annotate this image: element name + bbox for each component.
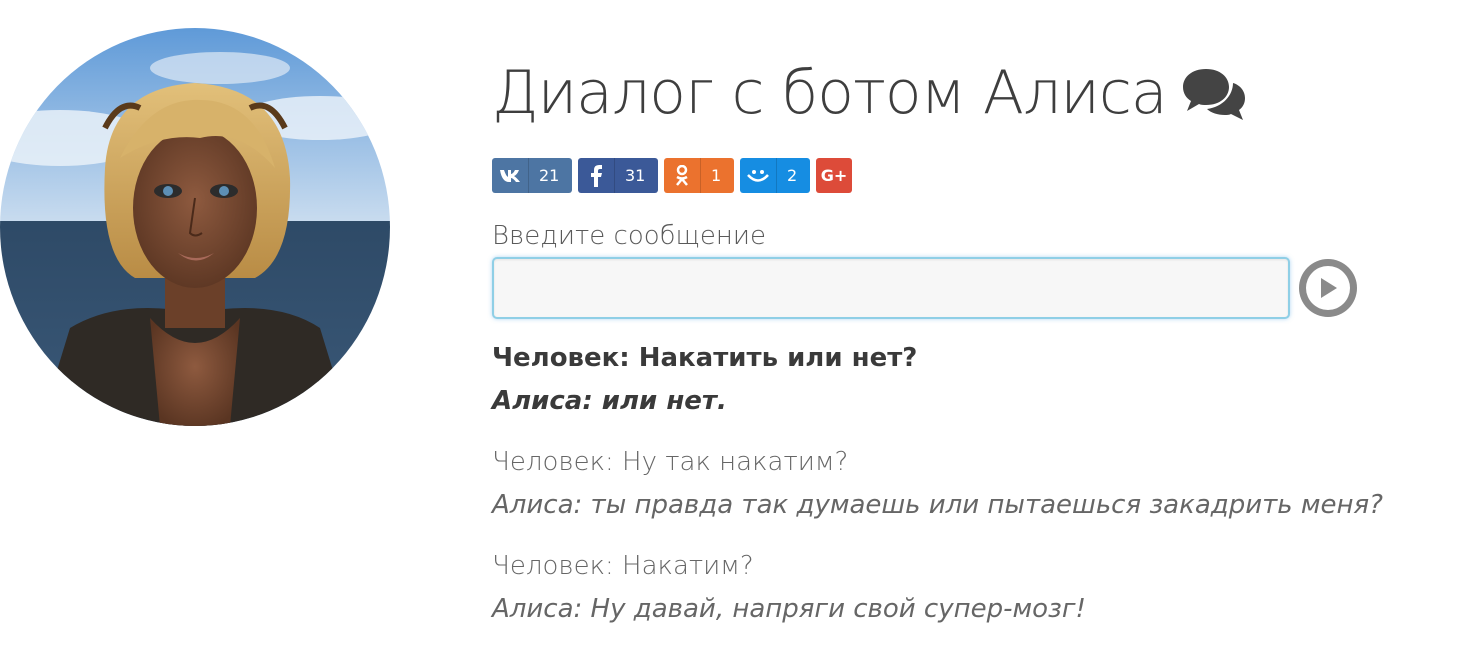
human-message: Человек: Ну так накатим? [492, 447, 849, 477]
bot-message: Алиса: или нет. [492, 386, 727, 416]
comments-icon [1182, 69, 1245, 120]
play-icon [1321, 278, 1337, 298]
googleplus-icon: G+ [820, 166, 848, 185]
dialog-exchange: Человек: Накатить или нет? Алиса: или не… [492, 337, 1452, 423]
bot-message: Алиса: ты правда так думаешь или пытаешь… [492, 490, 1383, 520]
bot-avatar [0, 28, 390, 426]
page: Диалог с ботом Алиса 21 31 1 2 G+ Введит… [0, 0, 1468, 652]
main-content: Диалог с ботом Алиса 21 31 1 2 G+ Введит… [492, 50, 1452, 649]
share-buttons: 21 31 1 2 G+ [492, 158, 1452, 193]
page-title: Диалог с ботом Алиса [492, 58, 1168, 128]
share-facebook-count: 31 [625, 166, 646, 185]
human-message: Человек: Накатить или нет? [492, 343, 918, 373]
share-odnoklassniki-button[interactable]: 1 [664, 158, 734, 193]
share-vk-count: 21 [539, 166, 560, 185]
title-row: Диалог с ботом Алиса [492, 50, 1452, 136]
moimir-icon [740, 158, 777, 193]
share-odnoklassniki-count: 1 [711, 166, 722, 185]
vk-icon [492, 158, 529, 193]
share-moimir-button[interactable]: 2 [740, 158, 810, 193]
facebook-icon [578, 158, 615, 193]
send-button[interactable] [1299, 259, 1357, 317]
human-message: Человек: Накатим? [492, 551, 754, 581]
odnoklassniki-icon [664, 158, 701, 193]
share-googleplus-button[interactable]: G+ [816, 158, 852, 193]
message-input-label: Введите сообщение [492, 221, 767, 251]
bot-message: Алиса: Ну давай, напряги свой супер-мозг… [492, 594, 1086, 624]
message-input[interactable] [492, 257, 1290, 319]
send-button-inner [1306, 266, 1350, 310]
share-moimir-count: 2 [787, 166, 798, 185]
share-vk-button[interactable]: 21 [492, 158, 572, 193]
dialog-exchange: Человек: Накатим? Алиса: Ну давай, напря… [492, 545, 1452, 631]
input-row [492, 257, 1452, 319]
dialog-history: Человек: Накатить или нет? Алиса: или не… [492, 337, 1452, 631]
dialog-exchange: Человек: Ну так накатим? Алиса: ты правд… [492, 441, 1452, 527]
share-facebook-button[interactable]: 31 [578, 158, 658, 193]
